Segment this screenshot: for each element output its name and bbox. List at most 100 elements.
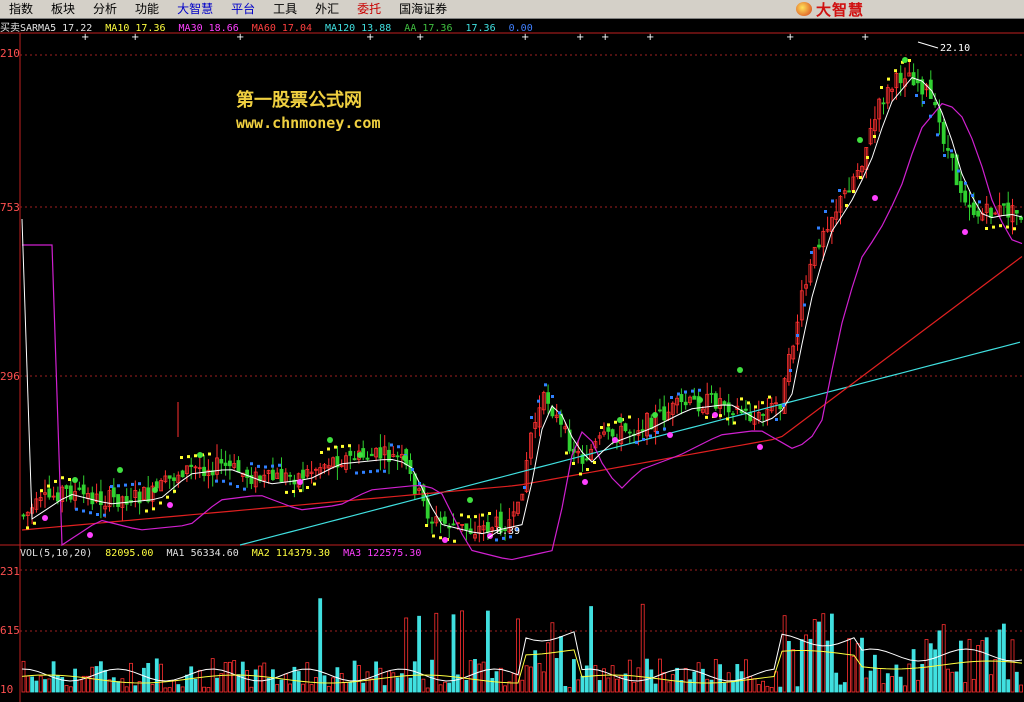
chart-canvas[interactable]: + + + + + + + + + + +22.10 8.39 <box>0 0 1024 702</box>
candle-body <box>946 148 950 151</box>
candle-body <box>1019 216 1023 220</box>
sar-dot <box>26 526 29 530</box>
sar-dot <box>411 468 414 471</box>
top-marker: + <box>131 32 139 43</box>
volume-bar <box>210 658 215 693</box>
sar-dot <box>572 462 575 465</box>
top-marker: + <box>366 32 374 43</box>
volume-bar <box>266 678 271 693</box>
volume-bar <box>933 649 937 693</box>
candle-body <box>124 496 129 505</box>
volume-bar <box>950 671 955 693</box>
vol-legend-label: VOL(5,10,20) <box>20 548 93 559</box>
sar-dot <box>670 396 673 399</box>
volume-bar <box>610 665 615 693</box>
volume-bar <box>554 658 559 693</box>
volume-bar <box>718 664 722 693</box>
volume-axis-label-top: 231 <box>0 565 20 578</box>
volume-bar <box>954 671 959 693</box>
candle-body <box>99 491 103 506</box>
volume-bar <box>821 613 826 693</box>
volume-bar <box>64 685 69 693</box>
candle-body <box>731 413 735 416</box>
volume-bar <box>533 650 538 693</box>
volume-bar <box>258 665 262 693</box>
volume-bar <box>417 615 422 693</box>
ma120-line <box>239 341 1021 546</box>
volume-bar <box>215 677 219 693</box>
volume-bar <box>344 682 348 693</box>
sar-dot <box>362 470 365 474</box>
volume-axis-label-low: 10 <box>0 683 14 696</box>
sar-dot <box>180 456 183 459</box>
sar-dot <box>943 154 946 157</box>
volume-bar <box>748 675 753 693</box>
volume-bar <box>722 682 727 693</box>
volume-bar <box>219 673 224 693</box>
volume-bar <box>963 682 968 693</box>
volume-bar <box>752 678 757 693</box>
volume-bar <box>395 677 400 693</box>
sar-dot <box>313 482 316 486</box>
candle-body <box>68 485 73 500</box>
sell-signal-marker <box>737 367 743 373</box>
sar-dot <box>824 210 827 213</box>
candle-body <box>963 190 968 203</box>
candle-body <box>223 462 228 466</box>
sar-dot <box>838 189 841 192</box>
volume-bar <box>412 661 417 693</box>
sar-dot <box>292 490 295 493</box>
sar-dot <box>740 397 743 401</box>
sar-dot <box>593 461 596 464</box>
volume-bar <box>43 679 47 693</box>
volume-bar <box>232 660 237 693</box>
candle-body <box>451 523 456 526</box>
volume-bar <box>606 677 611 693</box>
candle-body <box>989 207 993 218</box>
sell-signal-marker <box>72 477 78 483</box>
candle-body <box>950 153 955 158</box>
sar-dot <box>761 401 764 405</box>
buy-signal-marker <box>167 502 173 508</box>
volume-bar <box>520 679 525 693</box>
sell-signal-marker <box>617 417 623 423</box>
volume-bar <box>744 659 748 693</box>
sar-dot <box>677 392 680 396</box>
candle-body <box>709 393 714 395</box>
sar-dot <box>964 181 967 185</box>
volume-bar <box>279 679 284 693</box>
sar-dot <box>873 135 876 138</box>
volume-bar <box>90 666 95 693</box>
candle-body <box>365 457 370 460</box>
candle-body <box>180 470 185 478</box>
sar-dot <box>502 536 505 540</box>
volume-bar <box>369 678 374 693</box>
stock-chart-window: 指数 板块 分析 功能 大智慧 平台 工具 外汇 委托 国海证券 大智慧 买卖S… <box>0 0 1024 702</box>
top-marker: + <box>646 32 654 43</box>
candle-body <box>683 401 688 406</box>
volume-bar <box>56 674 60 693</box>
volume-bar <box>129 662 133 693</box>
sar-dot <box>495 538 498 542</box>
volume-bar <box>296 671 301 693</box>
candle-body <box>64 485 69 489</box>
volume-bar <box>778 686 783 693</box>
volume-bar <box>141 667 146 693</box>
sar-dot <box>845 204 848 207</box>
candle-body <box>658 409 662 412</box>
candle-body <box>442 516 447 524</box>
sar-dot <box>47 484 50 488</box>
sar-dot <box>432 534 435 538</box>
sar-dot <box>831 199 834 203</box>
volume-bar <box>202 686 207 693</box>
candle-body <box>395 455 400 458</box>
volume-bar <box>313 677 318 693</box>
volume-bar <box>172 680 176 693</box>
volume-bar <box>739 671 744 693</box>
top-marker: + <box>786 32 794 43</box>
sar-dot <box>887 77 890 81</box>
candle-body <box>77 487 82 490</box>
volume-bar <box>180 686 185 693</box>
sar-dot <box>607 423 610 427</box>
sar-dot <box>656 431 659 434</box>
